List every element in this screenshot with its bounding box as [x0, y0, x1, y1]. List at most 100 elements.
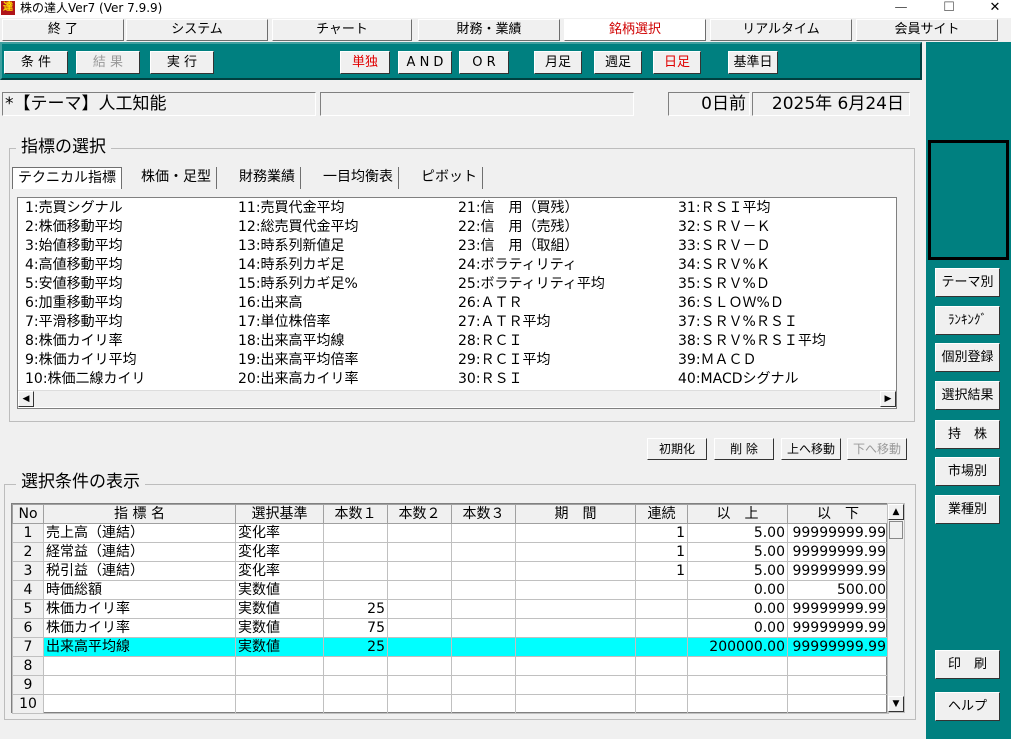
list-item[interactable]: 20:出来高カイリ率	[238, 370, 458, 389]
list-item[interactable]: 34:ＳＲＶ%Ｋ	[678, 256, 898, 275]
table-cell[interactable]: 99999999.99	[787, 599, 889, 619]
table-cell[interactable]	[515, 523, 636, 543]
table-cell[interactable]: 1	[635, 561, 688, 581]
table-cell[interactable]	[515, 675, 636, 695]
list-item[interactable]: 4:高値移動平均	[25, 256, 245, 275]
help-button[interactable]: ヘルプ	[935, 692, 1000, 721]
list-item[interactable]: 29:ＲＣＩ平均	[458, 351, 678, 370]
horizontal-scrollbar[interactable]: ◀ ▶	[18, 390, 896, 407]
list-item[interactable]: 14:時系列カギ足	[238, 256, 458, 275]
vertical-scrollbar[interactable]: ▲ ▼	[887, 503, 905, 713]
table-cell[interactable]	[451, 599, 516, 619]
list-item[interactable]: 10:株価二線カイリ	[25, 370, 245, 389]
table-cell[interactable]	[451, 618, 516, 638]
menu-chart[interactable]: チャート	[272, 19, 412, 41]
table-row[interactable]: 5 株価カイリ率 実数値 25 0.00 99999999.99	[12, 599, 889, 619]
list-item[interactable]: 30:ＲＳＩ	[458, 370, 678, 389]
selection-result-button[interactable]: 選択結果	[935, 381, 1000, 410]
table-cell[interactable]: 99999999.99	[787, 561, 889, 581]
ranking-button[interactable]: ﾗﾝｷﾝｸﾞ	[935, 306, 1000, 335]
table-cell[interactable]	[635, 599, 688, 619]
table-cell[interactable]: 実数値	[235, 637, 324, 657]
table-cell[interactable]: 9	[12, 675, 44, 695]
list-item[interactable]: 24:ボラティリティ	[458, 256, 678, 275]
table-cell[interactable]	[387, 694, 452, 714]
table-cell[interactable]	[387, 580, 452, 600]
list-item[interactable]: 19:出来高平均倍率	[238, 351, 458, 370]
industry-button[interactable]: 業種別	[935, 495, 1000, 524]
scroll-left-icon[interactable]: ◀	[18, 391, 34, 407]
table-cell[interactable]	[387, 599, 452, 619]
list-item[interactable]: 37:ＳＲＶ%ＲＳＩ	[678, 313, 898, 332]
col-period[interactable]: 期 間	[515, 504, 636, 524]
table-row[interactable]: 3 税引益（連結） 変化率 1 5.00 99999999.99	[12, 561, 889, 581]
list-item[interactable]: 5:安値移動平均	[25, 275, 245, 294]
col-indicator[interactable]: 指 標 名	[43, 504, 236, 524]
table-cell[interactable]: 10	[12, 694, 44, 714]
table-cell[interactable]	[387, 542, 452, 562]
table-cell[interactable]: 実数値	[235, 599, 324, 619]
table-cell[interactable]: 売上高（連結）	[43, 523, 236, 543]
table-cell[interactable]: 時価総額	[43, 580, 236, 600]
table-cell[interactable]	[787, 656, 889, 676]
table-cell[interactable]	[451, 580, 516, 600]
table-cell[interactable]	[515, 561, 636, 581]
table-cell[interactable]	[515, 656, 636, 676]
tab-ichimoku[interactable]: 一目均衡表	[318, 167, 399, 189]
monthly-button[interactable]: 月足	[534, 51, 582, 74]
list-item[interactable]: 27:ＡＴＲ平均	[458, 313, 678, 332]
table-cell[interactable]	[515, 599, 636, 619]
holdings-button[interactable]: 持 株	[935, 420, 1000, 449]
table-cell[interactable]: 5.00	[687, 542, 788, 562]
table-cell[interactable]	[323, 675, 388, 695]
table-cell[interactable]: 25	[323, 599, 388, 619]
col-min[interactable]: 以 上	[687, 504, 788, 524]
table-cell[interactable]: 0.00	[687, 580, 788, 600]
table-cell[interactable]: 5.00	[687, 561, 788, 581]
table-row[interactable]: 10	[12, 694, 889, 714]
list-item[interactable]: 9:株価カイリ平均	[25, 351, 245, 370]
table-cell[interactable]: 6	[12, 618, 44, 638]
list-item[interactable]: 2:株価移動平均	[25, 218, 245, 237]
condition-button[interactable]: 条 件	[4, 51, 68, 74]
list-item[interactable]: 22:信 用（売残）	[458, 218, 678, 237]
menu-member-site[interactable]: 会員サイト	[856, 19, 998, 41]
move-down-button[interactable]: 下へ移動	[847, 438, 907, 460]
table-cell[interactable]: 株価カイリ率	[43, 618, 236, 638]
table-cell[interactable]: 200000.00	[687, 637, 788, 657]
table-cell[interactable]	[387, 675, 452, 695]
list-item[interactable]: 23:信 用（取組）	[458, 237, 678, 256]
table-cell[interactable]: 99999999.99	[787, 637, 889, 657]
weekly-button[interactable]: 週足	[594, 51, 642, 74]
list-item[interactable]: 12:総売買代金平均	[238, 218, 458, 237]
table-row[interactable]: 8	[12, 656, 889, 676]
list-item[interactable]: 31:ＲＳＩ平均	[678, 199, 898, 218]
table-cell[interactable]	[387, 561, 452, 581]
market-button[interactable]: 市場別	[935, 457, 1000, 486]
list-item[interactable]: 18:出来高平均線	[238, 332, 458, 351]
list-item[interactable]: 33:ＳＲＶ－Ｄ	[678, 237, 898, 256]
table-cell[interactable]	[451, 561, 516, 581]
table-cell[interactable]	[635, 637, 688, 657]
table-row[interactable]: 7 出来高平均線 実数値 25 200000.00 99999999.99	[12, 637, 889, 657]
table-cell[interactable]: 0.00	[687, 618, 788, 638]
table-cell[interactable]	[235, 675, 324, 695]
table-cell[interactable]: 実数値	[235, 618, 324, 638]
col-no[interactable]: No	[12, 504, 44, 524]
scroll-down-icon[interactable]: ▼	[888, 696, 904, 712]
list-item[interactable]: 6:加重移動平均	[25, 294, 245, 313]
table-cell[interactable]	[687, 694, 788, 714]
table-cell[interactable]: 1	[12, 523, 44, 543]
table-cell[interactable]	[43, 675, 236, 695]
list-item[interactable]: 26:ＡＴＲ	[458, 294, 678, 313]
col-criteria[interactable]: 選択基準	[235, 504, 324, 524]
table-cell[interactable]	[515, 637, 636, 657]
table-cell[interactable]	[323, 694, 388, 714]
daily-button[interactable]: 日足	[653, 51, 701, 74]
col-count2[interactable]: 本数２	[387, 504, 452, 524]
scroll-thumb[interactable]	[889, 521, 903, 539]
or-button[interactable]: O R	[459, 51, 509, 74]
menu-exit[interactable]: 終 了	[2, 19, 124, 41]
table-cell[interactable]: 99999999.99	[787, 618, 889, 638]
table-cell[interactable]	[451, 656, 516, 676]
